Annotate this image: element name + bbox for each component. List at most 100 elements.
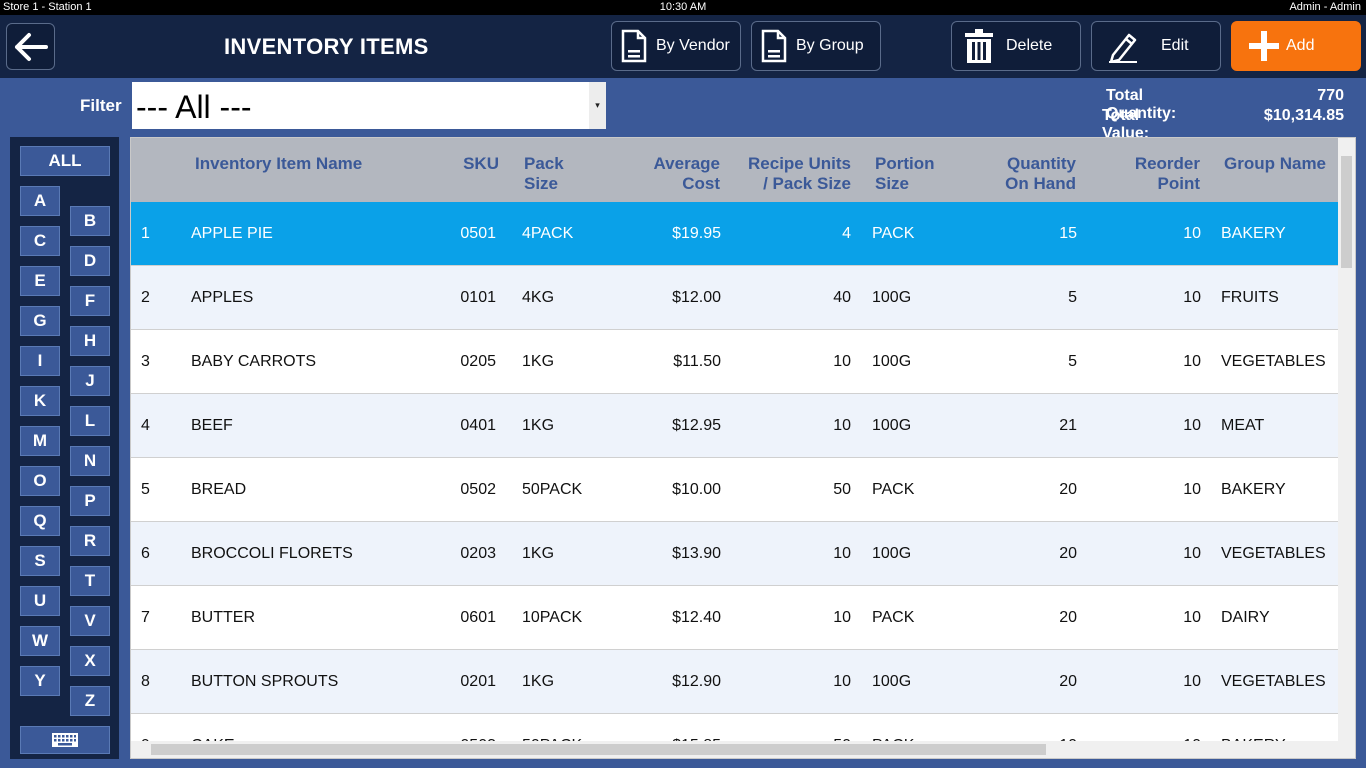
col-header-pack-size[interactable]: Pack Size bbox=[524, 154, 564, 194]
inventory-grid: Inventory Item Name SKU Pack Size Average… bbox=[130, 137, 1356, 759]
alpha-button-w[interactable]: W bbox=[20, 626, 60, 656]
by-vendor-button[interactable]: By Vendor bbox=[611, 21, 741, 71]
cell-item-name: APPLE PIE bbox=[191, 225, 273, 242]
horizontal-scroll-thumb[interactable] bbox=[151, 744, 1046, 755]
cell-average-cost: $12.90 bbox=[672, 673, 721, 690]
pencil-icon bbox=[1107, 29, 1139, 63]
delete-label: Delete bbox=[1006, 37, 1053, 54]
keyboard-icon bbox=[52, 733, 78, 747]
cell-portion-size: PACK bbox=[872, 225, 915, 242]
table-row[interactable]: 8 BUTTON SPROUTS 0201 1KG $12.90 10 100G 20 10 VE… bbox=[131, 650, 1339, 714]
scrollbar-corner bbox=[1338, 741, 1355, 758]
alpha-button-z[interactable]: Z bbox=[70, 686, 110, 716]
alpha-button-b[interactable]: B bbox=[70, 206, 110, 236]
trash-icon bbox=[964, 29, 994, 63]
cell-item-name: BUTTER bbox=[191, 609, 255, 626]
alpha-button-r[interactable]: R bbox=[70, 526, 110, 556]
cell-portion-size: 100G bbox=[872, 673, 912, 690]
table-row[interactable]: 6 BROCCOLI FLORETS 0203 1KG $13.90 10 100G 20 10… bbox=[131, 522, 1339, 586]
alpha-button-o[interactable]: O bbox=[20, 466, 60, 496]
alpha-button-i[interactable]: I bbox=[20, 346, 60, 376]
cell-group-name: VEGETABLES bbox=[1221, 673, 1326, 690]
cell-sku: 0203 bbox=[460, 545, 496, 562]
alpha-button-k[interactable]: K bbox=[20, 386, 60, 416]
add-button[interactable]: Add bbox=[1231, 21, 1361, 71]
col-header-name[interactable]: Inventory Item Name bbox=[195, 154, 362, 174]
by-vendor-label: By Vendor bbox=[656, 37, 730, 54]
alpha-button-c[interactable]: C bbox=[20, 226, 60, 256]
cell-group-name: MEAT bbox=[1221, 417, 1265, 434]
alpha-button-j[interactable]: J bbox=[70, 366, 110, 396]
by-group-button[interactable]: By Group bbox=[751, 21, 881, 71]
grid-header: Inventory Item Name SKU Pack Size Average… bbox=[131, 138, 1339, 202]
back-button[interactable] bbox=[6, 23, 55, 70]
filter-dropdown[interactable]: --- All --- ▾ bbox=[132, 82, 606, 129]
alpha-button-p[interactable]: P bbox=[70, 486, 110, 516]
alpha-button-l[interactable]: L bbox=[70, 406, 110, 436]
cell-item-name: APPLES bbox=[191, 289, 254, 306]
cell-quantity-on-hand: 20 bbox=[1059, 673, 1077, 690]
alpha-button-f[interactable]: F bbox=[70, 286, 110, 316]
col-header-portion-size[interactable]: Portion Size bbox=[875, 154, 935, 194]
cell-pack-size: 1KG bbox=[522, 673, 555, 690]
alphabet-panel: ALL ACEGIKMOQSUWY BDFHJLNPRTVXZ bbox=[10, 137, 119, 759]
cell-row-number: 8 bbox=[141, 673, 150, 690]
col-header-quantity-on-hand[interactable]: Quantity On Hand bbox=[976, 154, 1076, 194]
table-row[interactable]: 2 APPLES 0101 4KG $12.00 40 100G 5 10 FRUITS bbox=[131, 266, 1339, 330]
keyboard-button[interactable] bbox=[20, 726, 110, 754]
chevron-down-icon[interactable]: ▾ bbox=[589, 82, 606, 129]
alpha-button-n[interactable]: N bbox=[70, 446, 110, 476]
alpha-button-h[interactable]: H bbox=[70, 326, 110, 356]
col-header-sku[interactable]: SKU bbox=[451, 154, 499, 174]
table-row[interactable]: 3 BABY CARROTS 0205 1KG $11.50 10 100G 5 10 VEGET… bbox=[131, 330, 1339, 394]
alpha-button-t[interactable]: T bbox=[70, 566, 110, 596]
alpha-button-d[interactable]: D bbox=[70, 246, 110, 276]
alpha-button-a[interactable]: A bbox=[20, 186, 60, 216]
col-header-recipe-units[interactable]: Recipe Units / Pack Size bbox=[731, 154, 851, 194]
delete-button[interactable]: Delete bbox=[951, 21, 1081, 71]
alpha-button-m[interactable]: M bbox=[20, 426, 60, 456]
alpha-button-e[interactable]: E bbox=[20, 266, 60, 296]
table-row[interactable]: 5 BREAD 0502 50PACK $10.00 50 PACK 20 10 BAKERY bbox=[131, 458, 1339, 522]
alpha-button-q[interactable]: Q bbox=[20, 506, 60, 536]
alpha-all-button[interactable]: ALL bbox=[20, 146, 110, 176]
col-header-reorder-point[interactable]: Reorder Point bbox=[1101, 154, 1200, 194]
add-label: Add bbox=[1286, 37, 1315, 54]
cell-quantity-on-hand: 20 bbox=[1059, 545, 1077, 562]
status-bar: Store 1 - Station 1 10:30 AM Admin - Adm… bbox=[0, 0, 1366, 15]
cell-portion-size: 100G bbox=[872, 353, 912, 370]
cell-portion-size: PACK bbox=[872, 481, 915, 498]
edit-button[interactable]: Edit bbox=[1091, 21, 1221, 71]
cell-group-name: VEGETABLES bbox=[1221, 545, 1326, 562]
cell-group-name: DAIRY bbox=[1221, 609, 1270, 626]
cell-row-number: 1 bbox=[141, 225, 150, 242]
cell-group-name: VEGETABLES bbox=[1221, 353, 1326, 370]
col-header-average-cost[interactable]: Average Cost bbox=[611, 154, 720, 194]
col-header-group-name[interactable]: Group Name bbox=[1224, 154, 1326, 174]
alpha-button-v[interactable]: V bbox=[70, 606, 110, 636]
alpha-button-y[interactable]: Y bbox=[20, 666, 60, 696]
cell-portion-size: 100G bbox=[872, 545, 912, 562]
cell-quantity-on-hand: 20 bbox=[1059, 609, 1077, 626]
filter-value: --- All --- bbox=[136, 89, 252, 125]
cell-portion-size: PACK bbox=[872, 609, 915, 626]
cell-quantity-on-hand: 5 bbox=[1068, 353, 1077, 370]
table-row[interactable]: 7 BUTTER 0601 10PACK $12.40 10 PACK 20 10 DAIRY bbox=[131, 586, 1339, 650]
cell-item-name: BREAD bbox=[191, 481, 247, 498]
alpha-button-u[interactable]: U bbox=[20, 586, 60, 616]
page-title: INVENTORY ITEMS bbox=[224, 34, 429, 59]
horizontal-scrollbar[interactable] bbox=[131, 741, 1339, 758]
vertical-scrollbar[interactable] bbox=[1338, 138, 1355, 742]
cell-sku: 0401 bbox=[460, 417, 496, 434]
alpha-button-g[interactable]: G bbox=[20, 306, 60, 336]
cell-portion-size: 100G bbox=[872, 289, 912, 306]
alpha-button-x[interactable]: X bbox=[70, 646, 110, 676]
cell-recipe-units: 10 bbox=[833, 417, 851, 434]
alpha-button-s[interactable]: S bbox=[20, 546, 60, 576]
table-row[interactable]: 1 APPLE PIE 0501 4PACK $19.95 4 PACK 15 10 BAKERY bbox=[131, 202, 1339, 266]
vertical-scroll-thumb[interactable] bbox=[1341, 156, 1352, 268]
table-row[interactable]: 4 BEEF 0401 1KG $12.95 10 100G 21 10 MEAT bbox=[131, 394, 1339, 458]
cell-row-number: 7 bbox=[141, 609, 150, 626]
cell-quantity-on-hand: 20 bbox=[1059, 481, 1077, 498]
cell-reorder-point: 10 bbox=[1183, 545, 1201, 562]
